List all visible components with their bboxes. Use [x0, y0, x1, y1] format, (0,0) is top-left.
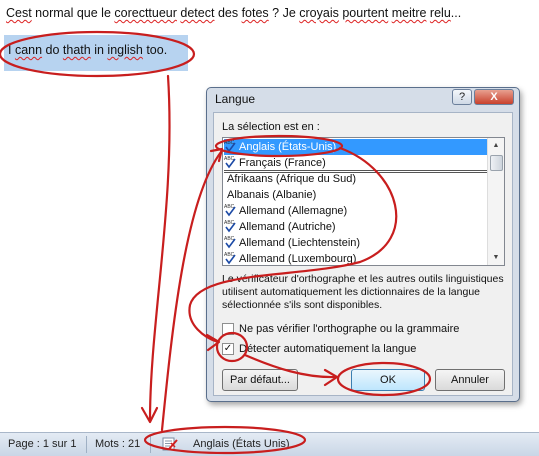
- auto-detect-label: Détecter automatiquement la langue: [239, 343, 417, 356]
- language-label: Anglais (États-Unis): [239, 141, 337, 153]
- misspelled-word: cann: [14, 43, 43, 57]
- selected-text-content: I cann do thath in inglish too.: [8, 40, 168, 57]
- misspelled-word: pourtent: [342, 6, 389, 20]
- misspelled-word: thath: [62, 43, 91, 57]
- language-list-item[interactable]: Afrikaans (Afrique du Sud): [224, 171, 488, 187]
- spell-check-language-icon[interactable]: [161, 435, 179, 453]
- auto-detect-option[interactable]: ✓ Détecter automatiquement la langue: [222, 343, 416, 358]
- language-list-item[interactable]: ABC Allemand (Liechtenstein): [224, 235, 488, 251]
- misspelled-word: meitre: [391, 6, 427, 20]
- misspelled-word: croyais: [299, 6, 339, 20]
- language-list-item[interactable]: Albanais (Albanie): [224, 187, 488, 203]
- text-run: I: [8, 43, 15, 57]
- language-label: Afrikaans (Afrique du Sud): [227, 173, 357, 185]
- dialog-title: Langue: [215, 92, 256, 106]
- text-run: too.: [142, 43, 168, 57]
- spell-check-icon: ABC: [224, 139, 237, 153]
- misspelled-word: inglish: [107, 43, 143, 57]
- language-list-item[interactable]: ABC Anglais (États-Unis): [224, 139, 488, 155]
- document-line-1: Cest normal que le corecttueur detect de…: [6, 6, 461, 20]
- description-text: Le vérificateur d'orthographe et les aut…: [222, 273, 504, 311]
- text-run: normal que le: [31, 6, 115, 20]
- status-divider: [86, 436, 87, 453]
- language-label: Allemand (Allemagne): [239, 205, 348, 217]
- listbox-scrollbar[interactable]: ▲ ▼: [487, 138, 504, 265]
- spell-check-icon: ABC: [224, 219, 237, 233]
- spell-check-icon: ABC: [224, 203, 237, 217]
- language-list-label: La sélection est en :: [222, 121, 320, 133]
- status-language[interactable]: Anglais (États Unis): [193, 438, 290, 450]
- scroll-up-icon[interactable]: ▲: [489, 138, 503, 153]
- text-run: ? Je: [268, 6, 300, 20]
- help-button[interactable]: ?: [452, 89, 472, 105]
- misspelled-word: corecttueur: [114, 6, 177, 20]
- language-list-item[interactable]: ABC Allemand (Luxembourg): [224, 251, 488, 265]
- spell-check-icon: ABC: [224, 155, 237, 169]
- misspelled-word: Cest: [6, 6, 32, 20]
- annotation-arrow-arrowhead: [140, 406, 159, 424]
- selected-text[interactable]: I cann do thath in inglish too.: [4, 35, 188, 71]
- no-check-option[interactable]: Ne pas vérifier l'orthographe ou la gram…: [222, 323, 459, 338]
- language-label: Allemand (Liechtenstein): [239, 237, 361, 249]
- scroll-down-icon[interactable]: ▼: [489, 250, 503, 265]
- dialog-body: La sélection est en : ABC Anglais (États-…: [213, 112, 513, 396]
- spell-check-icon: ABC: [224, 251, 237, 265]
- language-label: Albanais (Albanie): [227, 189, 317, 201]
- no-check-checkbox[interactable]: [222, 323, 234, 336]
- list-separator: [224, 170, 488, 171]
- scroll-thumb[interactable]: [490, 155, 503, 171]
- language-label: Allemand (Autriche): [239, 221, 336, 233]
- text-run: des: [214, 6, 242, 20]
- no-check-label: Ne pas vérifier l'orthographe ou la gram…: [239, 323, 460, 336]
- text-run: in: [90, 43, 108, 57]
- language-list-item[interactable]: ABC Français (France): [224, 155, 488, 171]
- default-button[interactable]: Par défaut...: [222, 369, 298, 391]
- language-list-item[interactable]: ABC Allemand (Autriche): [224, 219, 488, 235]
- close-button[interactable]: X: [474, 89, 514, 105]
- text-run: do: [42, 43, 63, 57]
- status-page[interactable]: Page : 1 sur 1: [8, 438, 77, 450]
- misspelled-word: fotes: [241, 6, 269, 20]
- misspelled-word: detect: [180, 6, 215, 20]
- spell-check-icon: ABC: [224, 235, 237, 249]
- language-label: Français (France): [239, 157, 326, 169]
- ok-button[interactable]: OK: [351, 369, 425, 391]
- text-run: ...: [450, 6, 462, 20]
- cancel-button[interactable]: Annuler: [435, 369, 505, 391]
- status-bar: Page : 1 sur 1 Mots : 21 Anglais (États …: [0, 432, 539, 456]
- list-separator: [224, 172, 488, 173]
- misspelled-word: relu: [429, 6, 451, 20]
- language-list-item[interactable]: ABC Allemand (Allemagne): [224, 203, 488, 219]
- status-divider: [150, 436, 151, 453]
- language-listbox[interactable]: ABC Anglais (États-Unis) ABC Français (Fran…: [222, 137, 505, 266]
- auto-detect-checkbox[interactable]: ✓: [222, 343, 234, 356]
- language-label: Allemand (Luxembourg): [239, 253, 357, 265]
- status-words[interactable]: Mots : 21: [95, 438, 140, 450]
- annotation-arrow-text-to-status: [148, 74, 171, 422]
- language-dialog: Langue ? X La sélection est en : ABC Angl…: [206, 87, 520, 402]
